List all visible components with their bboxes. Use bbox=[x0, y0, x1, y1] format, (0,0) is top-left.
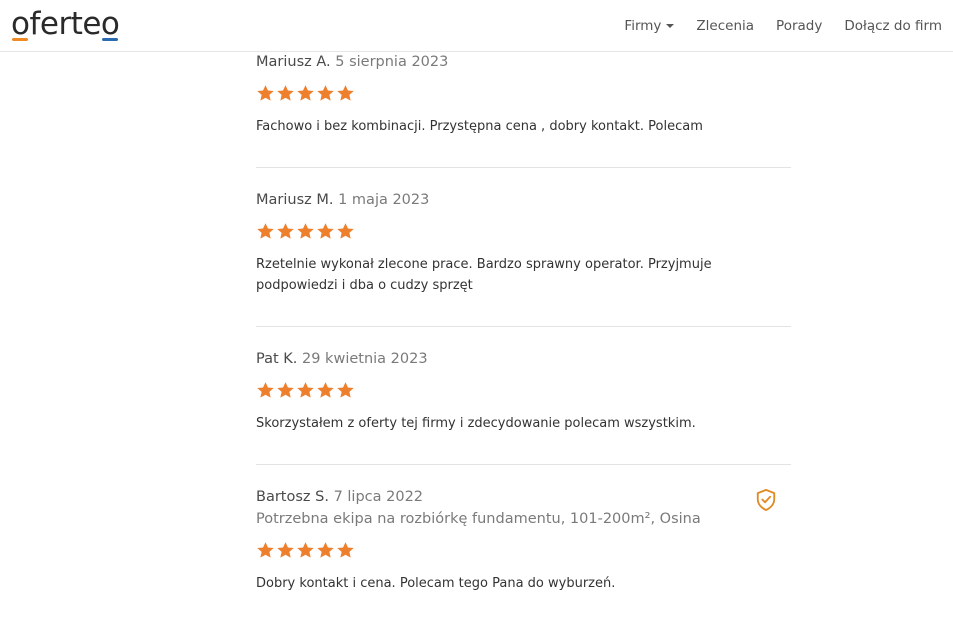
caret-down-icon bbox=[666, 24, 675, 28]
reviews-list: Mariusz A. 5 sierpnia 2023 Fachowo i bez… bbox=[256, 44, 791, 615]
star-icon bbox=[317, 542, 334, 558]
review-date: 5 sierpnia 2023 bbox=[335, 54, 449, 70]
star-icon bbox=[317, 223, 334, 239]
nav-item-label: Porady bbox=[776, 18, 823, 34]
review-item: Mariusz M. 1 maja 2023 Rzetelnie wykonał… bbox=[256, 168, 791, 327]
star-icon bbox=[257, 542, 274, 558]
star-icon bbox=[257, 223, 274, 239]
star-icon bbox=[297, 85, 314, 101]
review-item: Bartosz S. 7 lipca 2022 Potrzebna ekipa … bbox=[256, 465, 791, 615]
star-icon bbox=[297, 382, 314, 398]
shield-check-icon bbox=[756, 488, 776, 511]
review-task: Potrzebna ekipa na rozbiórkę fundamentu,… bbox=[256, 511, 701, 527]
review-text: Dobry kontakt i cena. Polecam tego Pana … bbox=[256, 576, 616, 591]
review-text: Fachowo i bez kombinacji. Przystępna cen… bbox=[256, 119, 703, 134]
oferteo-logo[interactable]: oferteo bbox=[11, 4, 120, 44]
star-icon bbox=[277, 382, 294, 398]
review-text: Skorzystałem z oferty tej firmy i zdecyd… bbox=[256, 416, 696, 431]
star-icon bbox=[297, 223, 314, 239]
nav-item-porady[interactable]: Porady bbox=[776, 18, 822, 34]
star-icon bbox=[337, 382, 354, 398]
review-item: Mariusz A. 5 sierpnia 2023 Fachowo i bez… bbox=[256, 44, 791, 168]
star-icon bbox=[317, 85, 334, 101]
nav-item-zlecenia[interactable]: Zlecenia bbox=[696, 18, 754, 34]
nav-item-label: Zlecenia bbox=[696, 18, 755, 34]
nav-item-label: Firmy bbox=[624, 18, 662, 34]
star-icon bbox=[277, 223, 294, 239]
star-icon bbox=[337, 223, 354, 239]
logo-accent-orange bbox=[12, 38, 28, 41]
review-header: Pat K. 29 kwietnia 2023 bbox=[256, 349, 791, 369]
review-text: Rzetelnie wykonał zlecone prace. Bardzo … bbox=[256, 257, 712, 293]
star-rating bbox=[256, 84, 791, 106]
review-header: Bartosz S. 7 lipca 2022 bbox=[256, 487, 791, 507]
review-date: 29 kwietnia 2023 bbox=[302, 351, 428, 367]
review-date: 1 maja 2023 bbox=[338, 192, 430, 208]
nav-item-firmy[interactable]: Firmy bbox=[624, 18, 675, 34]
star-icon bbox=[277, 85, 294, 101]
star-icon bbox=[257, 382, 274, 398]
review-item: Pat K. 29 kwietnia 2023 Skorzystałem z o… bbox=[256, 327, 791, 465]
star-icon bbox=[317, 382, 334, 398]
nav-item-label: Dołącz do firm bbox=[844, 18, 942, 34]
star-rating bbox=[256, 222, 791, 244]
logo-text: oferteo bbox=[11, 6, 120, 42]
review-author: Mariusz M. bbox=[256, 192, 334, 208]
review-date: 7 lipca 2022 bbox=[333, 489, 424, 505]
review-author: Mariusz A. bbox=[256, 54, 331, 70]
star-rating bbox=[256, 381, 791, 403]
review-header: Mariusz A. 5 sierpnia 2023 bbox=[256, 52, 791, 72]
star-icon bbox=[257, 85, 274, 101]
star-icon bbox=[337, 85, 354, 101]
star-icon bbox=[337, 542, 354, 558]
review-author: Pat K. bbox=[256, 351, 298, 367]
review-header: Mariusz M. 1 maja 2023 bbox=[256, 190, 791, 210]
review-author: Bartosz S. bbox=[256, 489, 329, 505]
nav-item-dolacz-do-firm[interactable]: Dołącz do firm bbox=[844, 18, 942, 34]
logo-accent-blue bbox=[102, 38, 119, 41]
star-icon bbox=[277, 542, 294, 558]
star-icon bbox=[297, 542, 314, 558]
star-rating bbox=[256, 541, 791, 563]
